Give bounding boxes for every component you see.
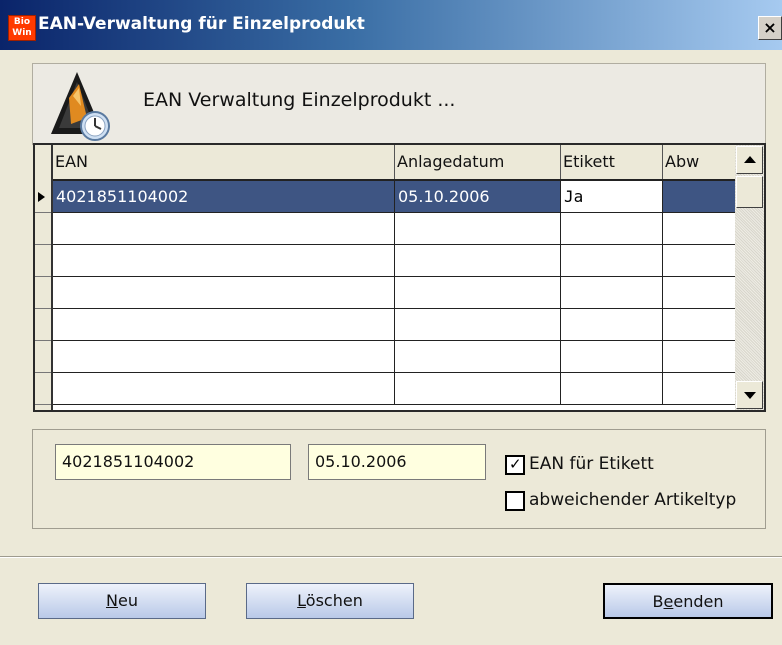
- vertical-scrollbar[interactable]: [735, 145, 764, 410]
- column-header-abw[interactable]: Abw: [663, 145, 735, 179]
- beenden-accelerator: e: [663, 592, 674, 611]
- abweichender-artikeltyp-checkbox[interactable]: [505, 491, 525, 511]
- cell-anlagedatum[interactable]: 05.10.2006: [395, 181, 561, 212]
- cell-ean[interactable]: [53, 245, 395, 276]
- table-row[interactable]: [53, 341, 735, 373]
- warning-clock-logo-icon: [51, 72, 110, 141]
- header-panel: EAN Verwaltung Einzelprodukt ...: [32, 63, 766, 145]
- loeschen-accelerator: L: [297, 591, 306, 610]
- close-button[interactable]: ×: [758, 16, 782, 40]
- current-row-arrow-icon: [38, 192, 45, 202]
- cell-abw[interactable]: [663, 277, 735, 308]
- beenden-button[interactable]: Beenden: [603, 583, 773, 619]
- row-indicator[interactable]: [35, 245, 51, 277]
- app-icon-text-top: Bio: [13, 17, 31, 27]
- cell-anlagedatum[interactable]: [395, 245, 561, 276]
- abweichender-artikeltyp-label[interactable]: abweichender Artikeltyp: [529, 490, 736, 510]
- row-indicator-column: [35, 145, 53, 410]
- cell-ean[interactable]: [53, 373, 395, 404]
- table-row[interactable]: [53, 373, 735, 405]
- cell-anlagedatum[interactable]: [395, 373, 561, 404]
- column-header-anlagedatum[interactable]: Anlagedatum: [395, 145, 561, 179]
- row-indicator[interactable]: [35, 373, 51, 405]
- column-header-ean[interactable]: EAN: [53, 145, 395, 179]
- row-indicator[interactable]: [35, 341, 51, 373]
- cell-anlagedatum[interactable]: [395, 277, 561, 308]
- cell-ean[interactable]: [53, 309, 395, 340]
- cell-ean[interactable]: 4021851104002: [53, 181, 395, 212]
- scroll-down-button[interactable]: [736, 381, 763, 409]
- cell-abw[interactable]: [663, 373, 735, 404]
- cell-etikett[interactable]: Ja: [561, 181, 663, 212]
- row-indicator[interactable]: [35, 277, 51, 309]
- arrow-up-icon: [744, 156, 756, 163]
- row-indicator[interactable]: [35, 181, 51, 213]
- neu-label-rest: eu: [117, 591, 138, 610]
- grid-header: EAN Anlagedatum Etikett Abw: [35, 145, 735, 181]
- separator: [0, 556, 782, 558]
- table-row[interactable]: [53, 213, 735, 245]
- title-bar[interactable]: Bio Win EAN-Verwaltung für Einzelprodukt…: [0, 0, 782, 50]
- ean-input[interactable]: 4021851104002: [55, 444, 291, 480]
- cell-etikett[interactable]: [561, 341, 663, 372]
- table-row[interactable]: [53, 245, 735, 277]
- neu-accelerator: N: [106, 591, 118, 610]
- cell-abw[interactable]: [663, 341, 735, 372]
- ean-fuer-etikett-label[interactable]: EAN für Etikett: [529, 454, 654, 474]
- ean-fuer-etikett-checkbox[interactable]: ✓: [505, 455, 525, 475]
- ean-dialog-window: Bio Win EAN-Verwaltung für Einzelprodukt…: [0, 0, 782, 645]
- loeschen-label-rest: öschen: [305, 591, 363, 610]
- cell-ean[interactable]: [53, 213, 395, 244]
- biowin-app-icon: Bio Win: [8, 15, 36, 41]
- cell-abw[interactable]: [663, 309, 735, 340]
- neu-button[interactable]: Neu: [38, 583, 206, 619]
- row-indicator[interactable]: [35, 213, 51, 245]
- scroll-up-button[interactable]: [736, 146, 763, 174]
- cell-ean[interactable]: [53, 277, 395, 308]
- cell-anlagedatum[interactable]: [395, 341, 561, 372]
- arrow-down-icon: [744, 392, 756, 399]
- table-row[interactable]: [53, 277, 735, 309]
- app-icon-text-bottom: Win: [12, 28, 32, 38]
- cell-anlagedatum[interactable]: [395, 309, 561, 340]
- header-title: EAN Verwaltung Einzelprodukt ...: [143, 89, 456, 111]
- scroll-thumb[interactable]: [736, 176, 763, 208]
- table-row[interactable]: [53, 309, 735, 341]
- row-indicator[interactable]: [35, 309, 51, 341]
- cell-anlagedatum[interactable]: [395, 213, 561, 244]
- edit-panel: 4021851104002 05.10.2006 ✓ EAN für Etike…: [32, 429, 766, 529]
- beenden-label-rest: enden: [673, 592, 724, 611]
- window-title: EAN-Verwaltung für Einzelprodukt: [38, 14, 365, 34]
- cell-etikett[interactable]: [561, 373, 663, 404]
- checkmark-icon: ✓: [509, 455, 522, 473]
- date-input[interactable]: 05.10.2006: [308, 444, 486, 480]
- cell-etikett[interactable]: [561, 245, 663, 276]
- cell-ean[interactable]: [53, 341, 395, 372]
- column-header-etikett[interactable]: Etikett: [561, 145, 663, 179]
- beenden-label-start: B: [652, 592, 664, 611]
- table-row[interactable]: 4021851104002 05.10.2006 Ja: [53, 181, 735, 213]
- cell-etikett[interactable]: [561, 213, 663, 244]
- loeschen-button[interactable]: Löschen: [246, 583, 414, 619]
- close-icon: ×: [763, 18, 777, 37]
- cell-abw[interactable]: [663, 181, 735, 212]
- cell-etikett[interactable]: [561, 309, 663, 340]
- ean-grid[interactable]: EAN Anlagedatum Etikett Abw 402185110400…: [33, 143, 766, 412]
- cell-etikett[interactable]: [561, 277, 663, 308]
- cell-abw[interactable]: [663, 245, 735, 276]
- cell-abw[interactable]: [663, 213, 735, 244]
